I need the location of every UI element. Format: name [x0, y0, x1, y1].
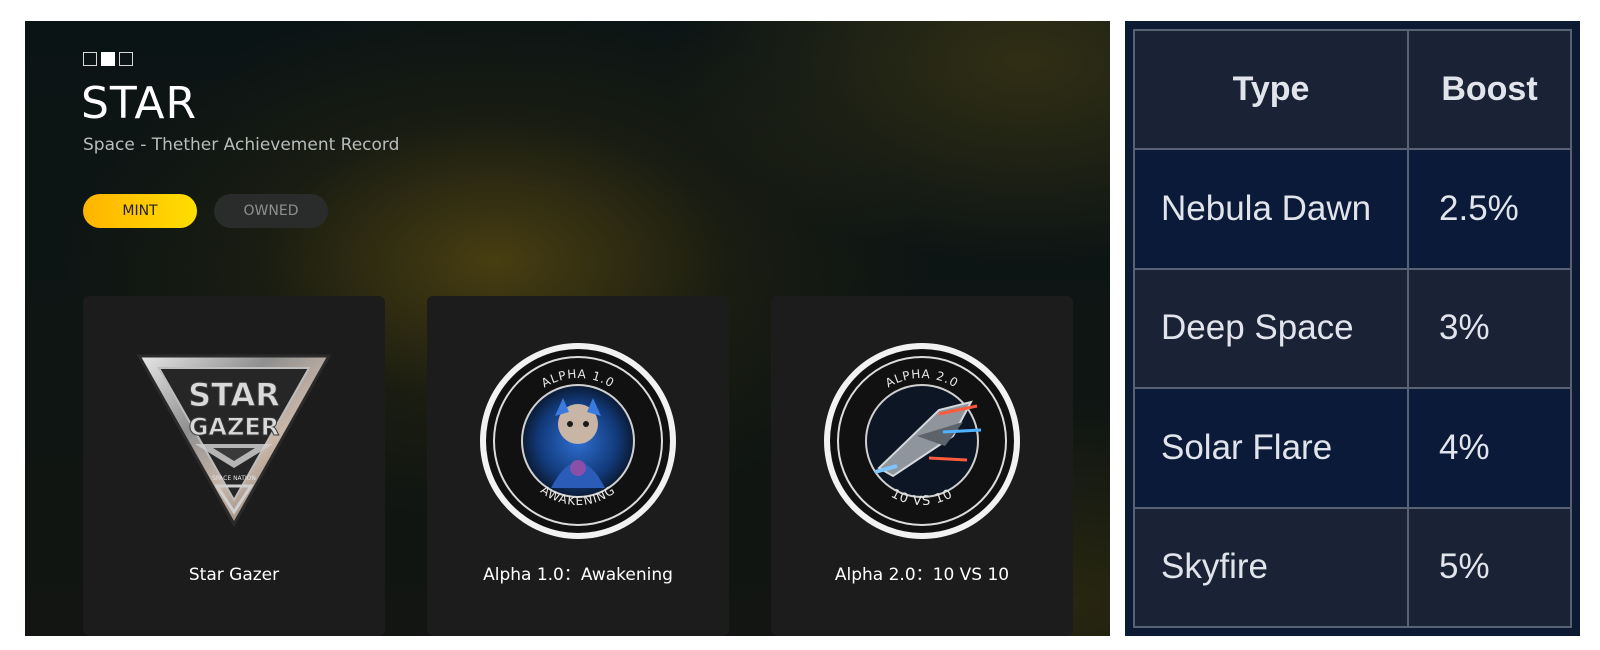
- tab-mint[interactable]: MINT: [83, 194, 197, 228]
- badge-text-gazer: GAZER: [189, 413, 280, 441]
- badge-card-label: Alpha 2.0：10 VS 10: [834, 565, 1010, 585]
- step-indicator: [83, 52, 133, 66]
- boost-table: Type Boost Nebula Dawn 2.5% Deep Space 3…: [1133, 28, 1572, 629]
- badge-text-star: STAR: [188, 376, 280, 414]
- badge-card-label: Alpha 1.0：Awakening: [483, 565, 673, 585]
- table-row: Skyfire 5%: [1133, 506, 1572, 629]
- table-header-row: Type Boost: [1133, 28, 1572, 151]
- cell-boost: 4%: [1407, 387, 1572, 509]
- cell-boost: 5%: [1407, 506, 1572, 629]
- tab-owned[interactable]: OWNED: [214, 194, 328, 228]
- step-indicator-box: [83, 52, 97, 66]
- cell-type: Deep Space: [1133, 267, 1409, 390]
- star-gazer-badge-icon: STAR GAZER SPACE NATION: [136, 354, 332, 528]
- cell-boost: 2.5%: [1407, 148, 1572, 270]
- page-title: STAR: [81, 78, 198, 129]
- table-row: Nebula Dawn 2.5%: [1133, 148, 1572, 270]
- badge-card-star-gazer[interactable]: STAR GAZER SPACE NATION Star Gazer: [83, 296, 385, 636]
- table-row: Deep Space 3%: [1133, 267, 1572, 390]
- badge-text-space-nation: SPACE NATION: [212, 475, 256, 482]
- cell-type: Solar Flare: [1133, 387, 1409, 509]
- boost-table-panel: Type Boost Nebula Dawn 2.5% Deep Space 3…: [1125, 21, 1580, 636]
- column-header-boost: Boost: [1407, 28, 1572, 151]
- column-header-type: Type: [1133, 28, 1409, 151]
- alpha-2-10vs10-badge-icon: ALPHA 2.0 10 VS 10: [824, 343, 1020, 539]
- badge-card-alpha-2[interactable]: ALPHA 2.0 10 VS 10 Alpha 2.0：10 VS 10: [771, 296, 1073, 636]
- step-indicator-box: [119, 52, 133, 66]
- cell-type: Nebula Dawn: [1133, 148, 1409, 270]
- table-row: Solar Flare 4%: [1133, 387, 1572, 509]
- alpha-1-awakening-badge-icon: ALPHA 1.0 AWAKENING: [480, 343, 676, 539]
- step-indicator-box-active: [101, 52, 115, 66]
- achievement-panel: STAR Space - Thether Achievement Record …: [25, 21, 1110, 636]
- cell-type: Skyfire: [1133, 506, 1409, 629]
- badge-card-label: Star Gazer: [188, 565, 280, 585]
- cell-boost: 3%: [1407, 267, 1572, 390]
- badge-card-alpha-1[interactable]: ALPHA 1.0 AWAKENING Alpha 1.0：Awakening: [427, 296, 729, 636]
- page-subtitle: Space - Thether Achievement Record: [83, 135, 400, 155]
